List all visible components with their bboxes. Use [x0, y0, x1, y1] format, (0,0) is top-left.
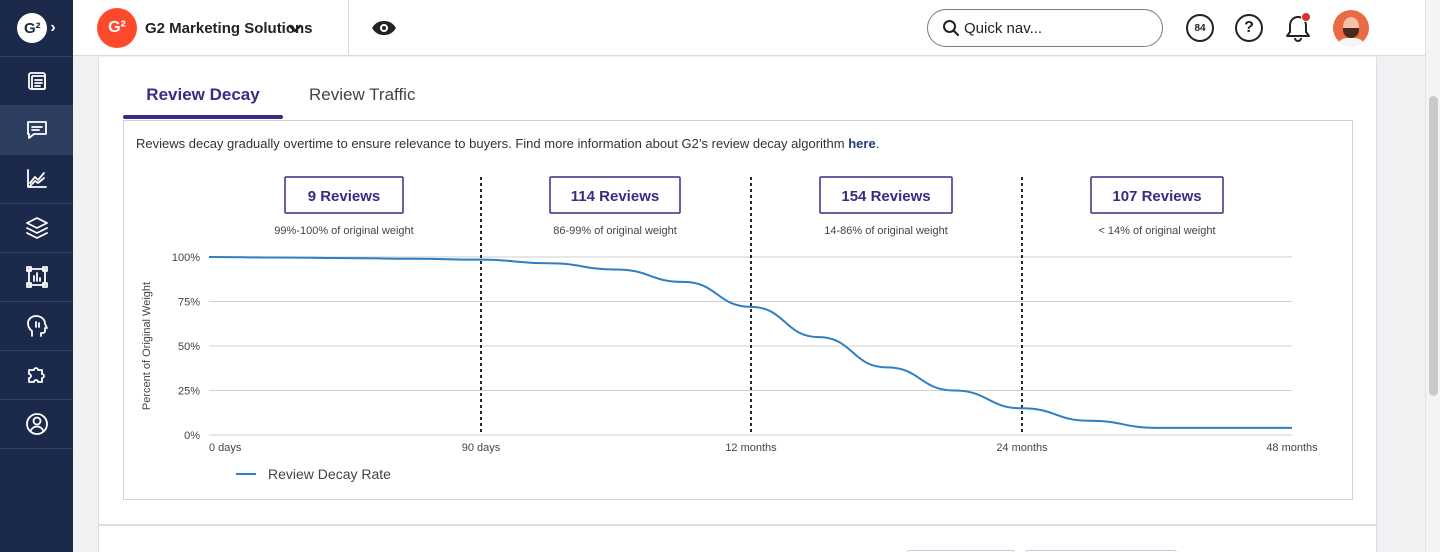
user-avatar[interactable] — [1333, 10, 1369, 46]
band-caption: 14-86% of original weight — [824, 225, 948, 237]
puzzle-integrations-icon — [27, 367, 45, 383]
nav-integrations[interactable] — [0, 351, 73, 400]
header-divider — [348, 0, 349, 56]
y-tick-label: 50% — [178, 341, 200, 353]
dashboard-icon — [27, 72, 46, 90]
band-caption: < 14% of original weight — [1098, 225, 1215, 237]
quick-nav-search[interactable]: Quick nav... — [927, 9, 1163, 47]
review-analytics-panel: Review Decay Review Traffic 100% 75% 50% 25… — [98, 57, 1377, 525]
workspace-switcher[interactable]: G² G2 Marketing Solutions — [97, 8, 313, 48]
nav-analytics[interactable] — [0, 155, 73, 204]
review-count-label: 154 Reviews — [841, 188, 930, 205]
x-tick-label: 90 days — [462, 442, 501, 454]
x-tick-label: 0 days — [209, 442, 242, 454]
tab-review-decay[interactable]: Review Decay — [123, 85, 283, 119]
intro-body: Reviews decay gradually overtime to ensu… — [136, 136, 849, 151]
y-tick-label: 0% — [184, 430, 200, 442]
page-scrollbar[interactable] — [1425, 0, 1440, 552]
intro-text: Reviews decay gradually overtime to ensu… — [136, 136, 879, 151]
tab-review-traffic-label: Review Traffic — [309, 85, 416, 104]
scrollbar-thumb[interactable] — [1429, 96, 1438, 396]
g2-home-button[interactable]: G² › — [0, 0, 73, 57]
notification-dot — [1301, 12, 1311, 22]
y-axis-label: Percent of Original Weight — [141, 282, 153, 410]
g2-logo: G² — [17, 13, 48, 43]
review-count-label: 114 Reviews — [571, 188, 659, 205]
reviews-chat-icon — [26, 121, 47, 139]
nav-buyer-intent[interactable] — [0, 302, 73, 351]
report-frame-icon — [25, 266, 48, 288]
tab-review-traffic[interactable]: Review Traffic — [309, 85, 415, 119]
intro-suffix: . — [875, 136, 880, 151]
nav-dashboard[interactable] — [0, 57, 73, 106]
review-decay-line — [208, 256, 1292, 429]
top-bar: G² G2 Marketing Solutions Quick nav... 8… — [73, 0, 1425, 56]
x-tick-label: 24 months — [996, 442, 1048, 454]
next-panel — [98, 525, 1377, 552]
help-icon[interactable]: ? — [1235, 14, 1263, 42]
nav-reviews[interactable] — [0, 106, 73, 155]
nav-reports[interactable] — [0, 253, 73, 302]
head-profile-icon — [26, 315, 48, 337]
layers-icon — [25, 217, 48, 239]
review-count-label: 9 Reviews — [308, 188, 381, 205]
analytics-chart-icon — [26, 169, 47, 188]
band-caption: 99%-100% of original weight — [274, 225, 413, 237]
expand-rail-chevron-icon[interactable]: › — [50, 19, 55, 37]
tab-review-decay-label: Review Decay — [146, 85, 260, 104]
search-icon — [943, 20, 960, 37]
decay-algorithm-link[interactable]: here — [848, 136, 875, 151]
active-tab-indicator — [123, 115, 283, 119]
review-decay-chart: 100% 75% 50% 25% 0% Percent of Original Weigh… — [141, 176, 1318, 482]
band-caption: 86-99% of original weight — [553, 225, 677, 237]
eye-icon[interactable] — [370, 15, 398, 41]
nav-layers[interactable] — [0, 204, 73, 253]
y-tick-label: 75% — [178, 297, 200, 309]
left-nav-rail: G² › — [0, 0, 73, 552]
profile-score-badge[interactable]: 84 — [1186, 14, 1214, 42]
search-placeholder: Quick nav... — [964, 19, 1043, 37]
x-tick-label: 48 months — [1266, 442, 1318, 454]
review-count-label: 107 Reviews — [1112, 188, 1201, 205]
chevron-down-icon[interactable] — [287, 20, 303, 36]
review-decay-content: 100% 75% 50% 25% 0% Percent of Original Weigh… — [123, 120, 1353, 500]
account-user-icon — [25, 413, 48, 435]
x-tick-label: 12 months — [725, 442, 777, 454]
legend-label: Review Decay Rate — [268, 466, 391, 482]
y-tick-label: 100% — [172, 252, 200, 264]
nav-account[interactable] — [0, 400, 73, 449]
g2-brand-logo: G² — [97, 8, 137, 48]
y-tick-label: 25% — [178, 386, 200, 398]
